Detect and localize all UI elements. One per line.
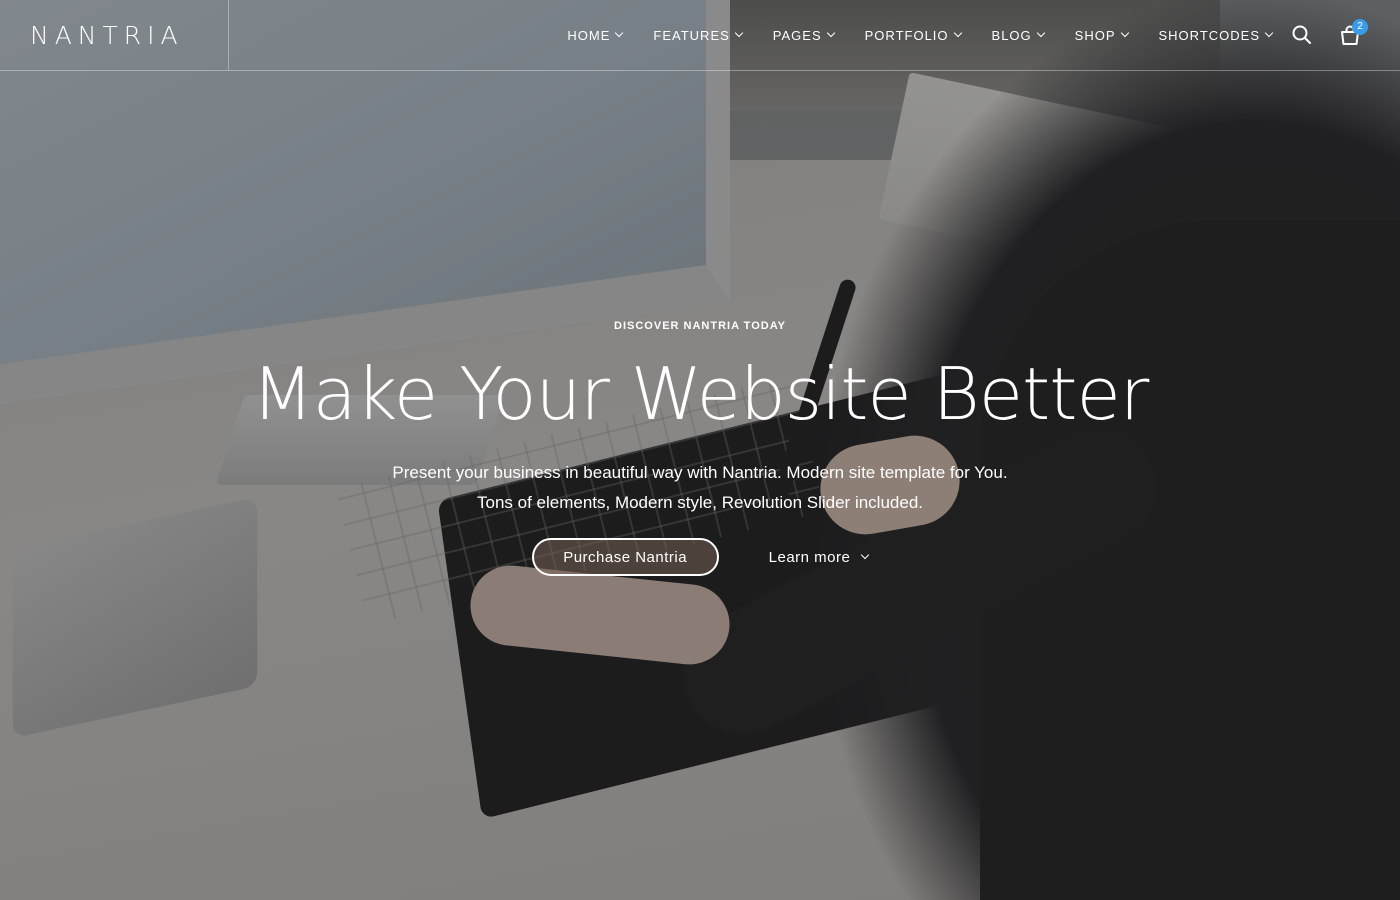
purchase-button-label: Purchase Nantria (563, 548, 688, 566)
purchase-button[interactable]: Purchase Nantria (531, 538, 719, 576)
nav-item-home[interactable]: HOME (567, 27, 624, 43)
chevron-down-icon (1036, 28, 1045, 38)
chevron-down-icon (734, 28, 744, 38)
nav-item-features[interactable]: FEATURES (653, 27, 744, 43)
nav-item-label: PAGES (772, 27, 822, 43)
site-logo[interactable]: NANTRIA (30, 21, 184, 50)
nav-item-pages[interactable]: PAGES (772, 27, 835, 43)
hero-subline: Present your business in beautiful way w… (0, 458, 1400, 518)
nav-item-shortcodes[interactable]: SHORTCODES (1158, 27, 1274, 43)
chevron-down-icon (615, 28, 624, 38)
search-button[interactable] (1290, 23, 1314, 47)
hero-section: DISCOVER NANTRIA TODAY Make Your Website… (0, 320, 1400, 576)
site-header: NANTRIA HOME FEATURES PAGES PORTFOLIO BL… (0, 0, 1400, 71)
chevron-down-icon (861, 550, 870, 560)
learn-more-button[interactable]: Learn more (768, 548, 870, 566)
chevron-down-icon (953, 28, 962, 38)
hero-eyebrow: DISCOVER NANTRIA TODAY (614, 320, 786, 332)
logo-container[interactable]: NANTRIA (0, 0, 229, 70)
nav-item-label: SHOP (1074, 27, 1116, 43)
hero-subline-2: Tons of elements, Modern style, Revoluti… (476, 493, 923, 512)
nav-item-label: SHORTCODES (1158, 27, 1260, 43)
nav-item-portfolio[interactable]: PORTFOLIO (864, 27, 962, 43)
hero-subline-1: Present your business in beautiful way w… (392, 463, 1008, 482)
hero-actions: Purchase Nantria Learn more (0, 538, 1400, 576)
cart-count-badge: 2 (1352, 19, 1368, 35)
nav-item-label: HOME (567, 27, 611, 43)
nav-item-label: BLOG (991, 27, 1032, 43)
nav-item-label: PORTFOLIO (864, 27, 949, 43)
hero-headline: Make Your Website Better (251, 352, 1150, 436)
chevron-down-icon (826, 28, 835, 38)
nav-item-blog[interactable]: BLOG (991, 27, 1045, 43)
nav-item-shop[interactable]: SHOP (1074, 27, 1129, 43)
chevron-down-icon (1120, 28, 1129, 38)
search-icon (1292, 25, 1311, 44)
main-nav: HOME FEATURES PAGES PORTFOLIO BLOG SHOP … (536, 0, 1274, 70)
chevron-down-icon (1264, 28, 1274, 38)
learn-more-label: Learn more (768, 548, 851, 566)
nav-item-label: FEATURES (653, 27, 730, 43)
